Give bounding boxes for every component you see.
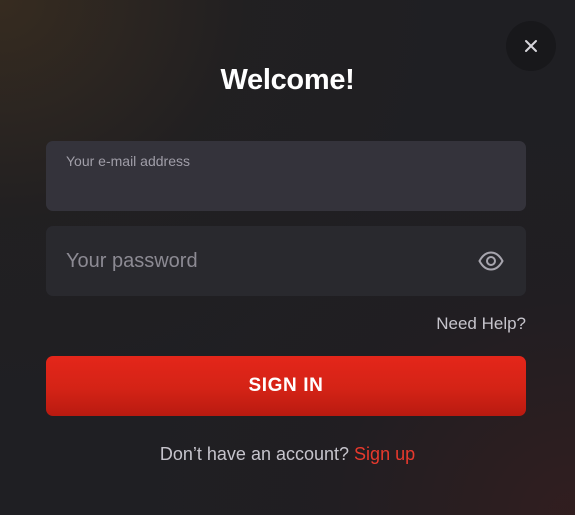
need-help-link[interactable]: Need Help? <box>436 314 526 334</box>
login-dialog: Welcome! Your e-mail address Need Help? … <box>0 0 575 515</box>
sign-in-button[interactable]: SIGN IN <box>46 356 526 416</box>
signup-line: Don’t have an account? Sign up <box>0 443 575 465</box>
password-field[interactable] <box>46 226 526 296</box>
email-input[interactable] <box>66 179 466 201</box>
signup-prompt: Don’t have an account? <box>159 444 350 464</box>
close-icon <box>525 40 537 52</box>
email-label: Your e-mail address <box>66 153 190 169</box>
show-password-button[interactable] <box>478 249 504 273</box>
email-field[interactable]: Your e-mail address <box>46 141 526 211</box>
dialog-title: Welcome! <box>220 64 355 96</box>
password-input[interactable] <box>66 226 466 296</box>
sign-up-link[interactable]: Sign up <box>354 444 415 464</box>
eye-icon <box>478 251 504 271</box>
